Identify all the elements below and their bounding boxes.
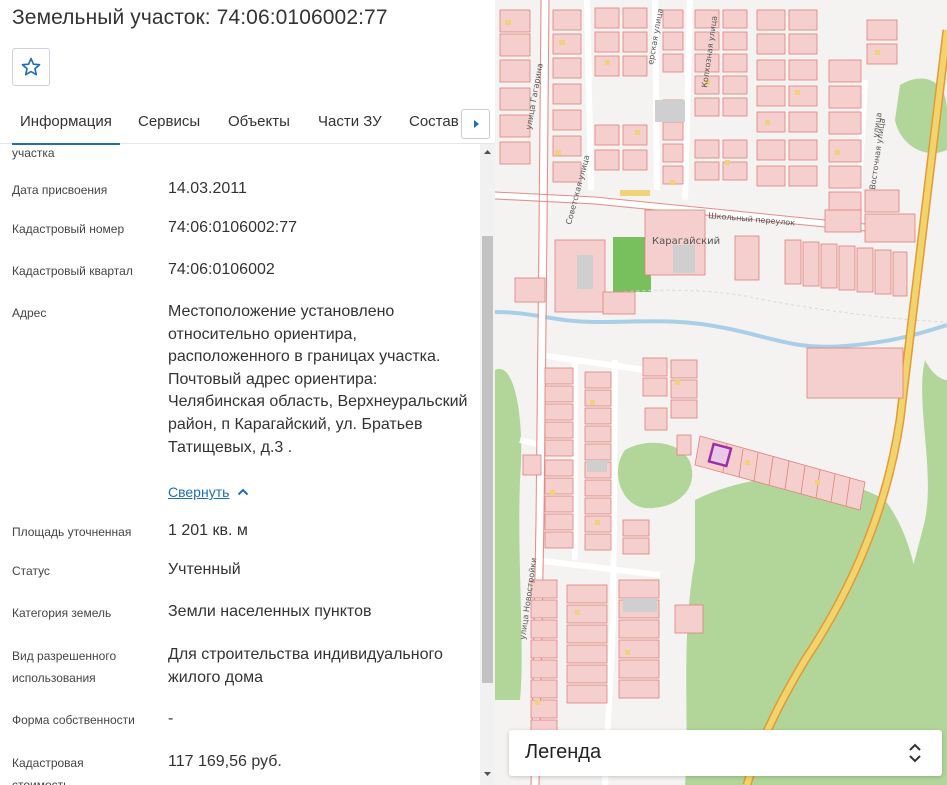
label-address: Адрес: [12, 306, 47, 320]
label-land-category: Категория земель: [12, 606, 112, 620]
value-land-category: Земли населенных пунктов: [168, 603, 372, 620]
label-area: Площадь уточненная: [12, 525, 132, 539]
green-area-west: [495, 368, 522, 700]
label-cadastral-quarter: Кадастровый квартал: [12, 264, 133, 278]
label-village: Карагайский: [652, 236, 720, 247]
label-cadastral-number: Кадастровый номер: [12, 222, 125, 236]
value-cadastral-value: 117 169,56 руб.: [168, 753, 282, 770]
value-cadastral-quarter: 74:06:0106002: [168, 261, 275, 278]
tab-information[interactable]: Информация: [12, 113, 120, 145]
info-panel: Земельный участок: 74:06:0106002:77 Инфо…: [0, 0, 495, 785]
collapse-label: Свернуть: [168, 484, 230, 500]
caret-right-icon: [473, 120, 479, 128]
expand-collapse-icon[interactable]: [908, 742, 922, 764]
tab-objects[interactable]: Объекты: [228, 113, 290, 130]
tab-services[interactable]: Сервисы: [138, 113, 200, 130]
label-cadastral-value: Кадастровая стоимость: [12, 756, 84, 785]
cut-off-label: участка: [12, 146, 55, 160]
info-list: участка Дата присвоения 14.03.2011 Кадас…: [0, 144, 480, 785]
label-ownership-form: Форма собственности: [12, 713, 135, 727]
collapse-link[interactable]: Свернуть: [168, 484, 249, 500]
value-cadastral-number: 74:06:0106002:77: [168, 219, 298, 236]
value-status: Учтенный: [168, 561, 241, 578]
scroll-up-arrow-icon[interactable]: [482, 147, 493, 157]
label-assignment-date: Дата присвоения: [12, 183, 108, 197]
label-status: Статус: [12, 564, 50, 578]
tab-parts[interactable]: Части ЗУ: [318, 113, 382, 130]
page-title: Земельный участок: 74:06:0106002:77: [12, 6, 388, 29]
map-canvas[interactable]: Карагайский Школьный переулок улица Гага…: [495, 0, 947, 785]
label-permitted-use: Вид разрешенного использования: [12, 649, 117, 685]
value-area: 1 201 кв. м: [168, 522, 248, 539]
legend-panel[interactable]: Легенда: [509, 730, 942, 776]
favorite-button[interactable]: [12, 48, 50, 86]
selected-parcel[interactable]: [707, 442, 733, 468]
legend-title: Легенда: [525, 741, 602, 763]
tabs-next-button[interactable]: [461, 109, 490, 139]
map-view[interactable]: Карагайский Школьный переулок улица Гага…: [495, 0, 947, 785]
chevron-up-icon: [238, 488, 249, 496]
value-address: Местоположение установлено относительно …: [168, 303, 468, 456]
value-permitted-use: Для строительства индивидуального жилого…: [168, 646, 443, 686]
value-assignment-date: 14.03.2011: [168, 180, 247, 197]
tab-composition[interactable]: Состав: [409, 113, 459, 130]
tab-bar: Информация Сервисы Объекты Части ЗУ Сост…: [0, 98, 495, 145]
value-ownership-form: -: [168, 710, 174, 727]
star-icon: [21, 57, 41, 76]
scrollbar-thumb[interactable]: [482, 236, 493, 683]
scroll-down-arrow-icon[interactable]: [482, 769, 493, 779]
